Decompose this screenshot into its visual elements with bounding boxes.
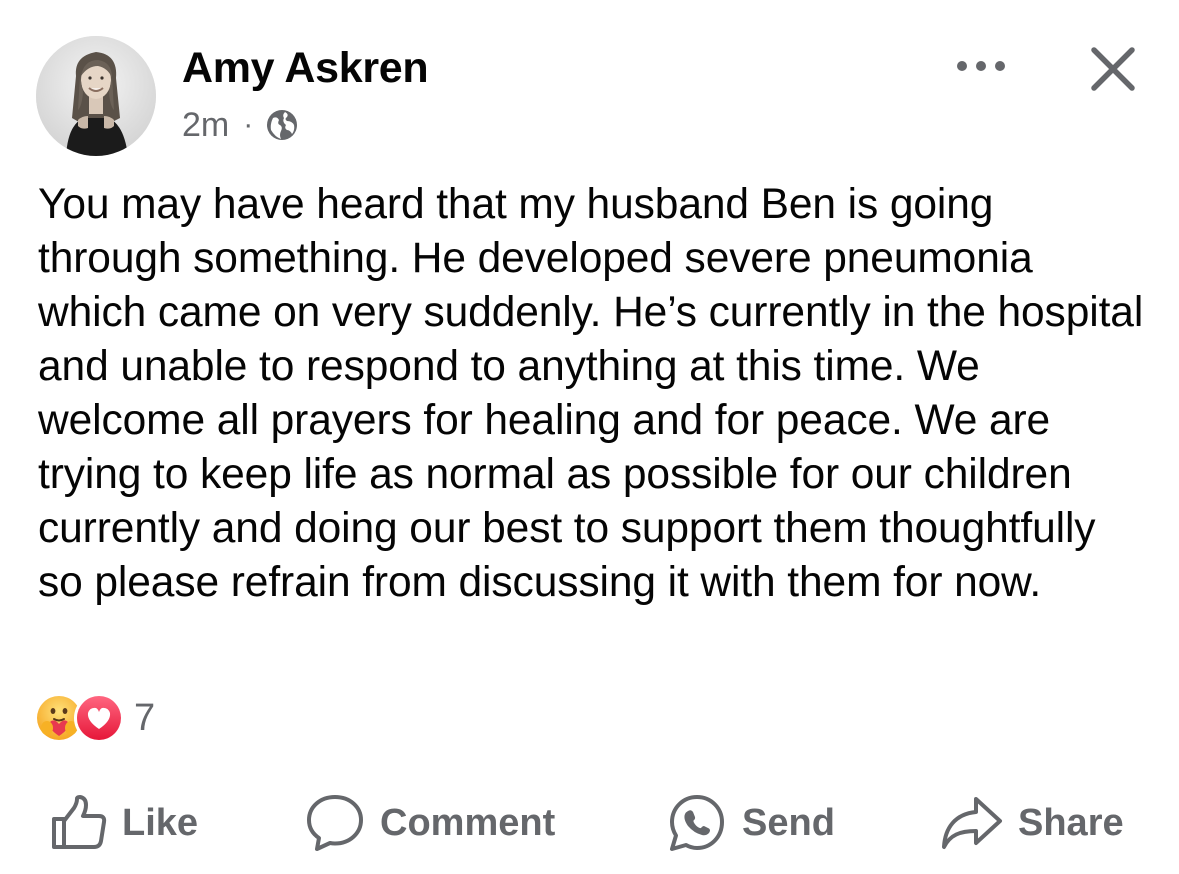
globe-icon[interactable] xyxy=(265,108,299,142)
comment-bubble-icon xyxy=(307,795,363,851)
post-timestamp[interactable]: 2m xyxy=(182,106,229,145)
more-options-icon xyxy=(957,61,1005,71)
send-label: Send xyxy=(742,801,835,844)
share-arrow-icon xyxy=(942,797,1002,849)
love-reaction-icon xyxy=(74,693,124,743)
author-name[interactable]: Amy Askren xyxy=(182,44,429,93)
whatsapp-icon xyxy=(670,795,724,851)
share-button[interactable]: Share xyxy=(940,790,1124,856)
comment-button[interactable]: Comment xyxy=(304,790,555,856)
more-options-button[interactable] xyxy=(950,48,1012,84)
post-text: You may have heard that my husband Ben i… xyxy=(38,181,1144,606)
facebook-post: Amy Askren 2m · You may have heard that … xyxy=(0,0,1179,874)
comment-label: Comment xyxy=(380,801,556,844)
post-meta: 2m · xyxy=(182,104,299,146)
send-button[interactable]: Send xyxy=(666,790,835,856)
like-button[interactable]: Like xyxy=(50,790,198,856)
like-label: Like xyxy=(122,801,199,844)
close-button[interactable] xyxy=(1082,38,1144,100)
avatar-photo xyxy=(36,36,156,156)
reaction-count: 7 xyxy=(134,696,156,739)
author-avatar[interactable] xyxy=(36,36,156,156)
meta-separator: · xyxy=(243,108,254,141)
share-label: Share xyxy=(1018,801,1124,844)
close-icon xyxy=(1091,47,1135,91)
thumbs-up-icon xyxy=(52,795,107,849)
reactions-summary[interactable]: 7 xyxy=(34,692,155,744)
